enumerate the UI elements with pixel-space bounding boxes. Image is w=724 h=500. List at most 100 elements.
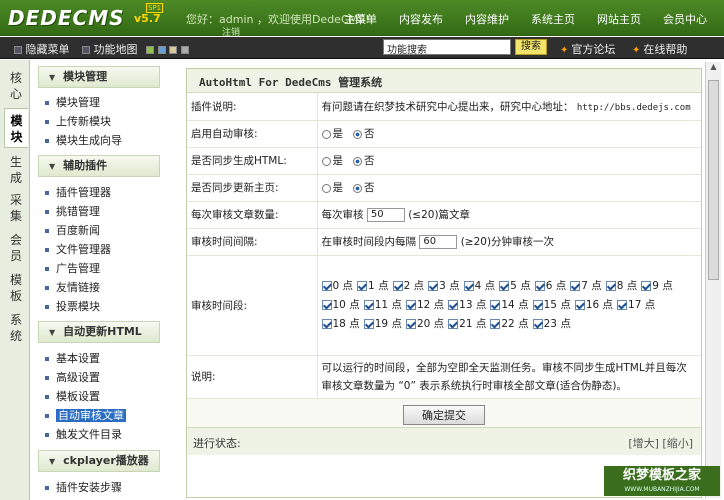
- hour-checkbox[interactable]: [448, 299, 459, 310]
- plugin-url-link[interactable]: http://bbs.dedejs.com: [577, 103, 691, 113]
- sidebar-item-ad-manage[interactable]: 广告管理: [45, 260, 100, 276]
- nav-site-home[interactable]: 网站主页: [586, 11, 652, 27]
- scroll-up-icon[interactable]: ▲: [706, 62, 721, 76]
- sidebar-item-install-steps[interactable]: 插件安装步骤: [45, 479, 122, 495]
- sidebar-item-advanced-settings[interactable]: 高级设置: [45, 369, 100, 385]
- hour-checkbox-item[interactable]: 17 点: [617, 296, 655, 315]
- sidebar-item-vote-module[interactable]: 投票模块: [45, 298, 100, 314]
- zoom-controls[interactable]: [增大] [缩小]: [628, 435, 693, 451]
- hour-checkbox[interactable]: [428, 280, 439, 291]
- sync-html-no-radio[interactable]: [353, 156, 363, 166]
- hour-checkbox-item[interactable]: 16 点: [574, 296, 613, 315]
- hour-checkbox[interactable]: [405, 318, 416, 329]
- hour-checkbox-item[interactable]: 5 点: [499, 277, 531, 296]
- vertical-scrollbar[interactable]: ▲ ▼: [705, 62, 721, 498]
- section-plugins[interactable]: ▼ 辅助插件: [38, 155, 160, 177]
- sidebar-item-basic-settings[interactable]: 基本设置: [45, 350, 100, 366]
- nav-content-publish[interactable]: 内容发布: [388, 11, 454, 27]
- nav-content-maintain[interactable]: 内容维护: [454, 11, 520, 27]
- sidebar-item-baidu-news[interactable]: 百度新闻: [45, 222, 100, 238]
- hour-checkbox-item[interactable]: 7 点: [570, 277, 602, 296]
- hour-checkbox-item[interactable]: 4 点: [463, 277, 495, 296]
- hour-checkbox-item[interactable]: 0 点: [321, 277, 353, 296]
- vtab-system[interactable]: 系统: [6, 312, 26, 344]
- hour-checkbox[interactable]: [574, 299, 585, 310]
- sidebar-item-template-settings[interactable]: 模板设置: [45, 388, 100, 404]
- hour-checkbox[interactable]: [392, 280, 403, 291]
- sidebar-item-friend-links[interactable]: 友情链接: [45, 279, 100, 295]
- feature-search-input[interactable]: 功能搜索: [383, 39, 511, 56]
- hour-checkbox[interactable]: [617, 299, 628, 310]
- hour-checkbox-item[interactable]: 3 点: [428, 277, 460, 296]
- vtab-template[interactable]: 模板: [6, 272, 26, 304]
- per-count-input[interactable]: 50: [366, 208, 405, 222]
- skin-blue-swatch[interactable]: [157, 46, 166, 54]
- hour-checkbox[interactable]: [490, 318, 501, 329]
- hour-checkbox-item[interactable]: 8 点: [605, 277, 637, 296]
- hour-checkbox[interactable]: [570, 280, 581, 291]
- sidebar-item-upload-module[interactable]: 上传新模块: [45, 113, 111, 129]
- hour-checkbox-item[interactable]: 20 点: [405, 315, 444, 334]
- hour-checkbox-item[interactable]: 19 点: [363, 315, 402, 334]
- hour-checkbox[interactable]: [448, 318, 459, 329]
- hide-menu-button[interactable]: 隐藏菜单: [14, 41, 70, 57]
- nav-system-home[interactable]: 系统主页: [520, 11, 586, 27]
- hour-checkbox[interactable]: [321, 318, 332, 329]
- sidebar-item-error-manage[interactable]: 挑错管理: [45, 203, 100, 219]
- sync-home-no-radio[interactable]: [353, 183, 363, 193]
- hour-checkbox[interactable]: [534, 280, 545, 291]
- scroll-thumb[interactable]: [708, 80, 719, 280]
- hour-checkbox[interactable]: [490, 299, 501, 310]
- sidebar-item-trigger-dir[interactable]: 触发文件目录: [45, 426, 122, 442]
- vtab-member[interactable]: 会员: [6, 232, 26, 264]
- section-ckplayer[interactable]: ▼ ckplayer播放器: [38, 450, 160, 472]
- sidebar-item-module-manage[interactable]: 模块管理: [45, 94, 100, 110]
- hour-checkbox[interactable]: [363, 299, 374, 310]
- auto-audit-yes-radio[interactable]: [321, 129, 331, 139]
- sync-html-yes-radio[interactable]: [321, 156, 331, 166]
- hour-checkbox[interactable]: [532, 318, 543, 329]
- nav-member-center[interactable]: 会员中心: [652, 11, 718, 27]
- section-module-manage[interactable]: ▼ 模块管理: [38, 66, 160, 88]
- hour-checkbox[interactable]: [499, 280, 510, 291]
- hour-checkbox-item[interactable]: 18 点: [321, 315, 360, 334]
- search-button[interactable]: 搜索: [515, 39, 547, 55]
- sync-home-yes-radio[interactable]: [321, 183, 331, 193]
- hour-checkbox-item[interactable]: 10 点: [321, 296, 360, 315]
- hour-checkbox[interactable]: [363, 318, 374, 329]
- sidebar-item-module-wizard[interactable]: 模块生成向导: [45, 132, 122, 148]
- skin-green-swatch[interactable]: [146, 46, 154, 54]
- auto-audit-no-radio[interactable]: [353, 129, 363, 139]
- hour-checkbox[interactable]: [321, 280, 332, 291]
- hour-checkbox[interactable]: [405, 299, 416, 310]
- hour-checkbox-item[interactable]: 9 点: [641, 277, 673, 296]
- hour-checkbox-item[interactable]: 2 点: [392, 277, 424, 296]
- sidebar-item-auto-audit[interactable]: 自动审核文章: [45, 407, 126, 423]
- nav-main-menu[interactable]: 主菜单: [333, 11, 388, 27]
- hour-checkbox-item[interactable]: 22 点: [490, 315, 529, 334]
- skin-tan-swatch[interactable]: [169, 46, 177, 54]
- vtab-collect[interactable]: 采集: [6, 192, 26, 224]
- sidebar-item-file-manager[interactable]: 文件管理器: [45, 241, 111, 257]
- hour-checkbox[interactable]: [321, 299, 332, 310]
- vtab-core[interactable]: 核心: [6, 70, 26, 102]
- hour-checkbox-item[interactable]: 12 点: [405, 296, 444, 315]
- official-forum-link[interactable]: ✦ 官方论坛: [560, 41, 615, 57]
- vtab-module[interactable]: 模块: [4, 108, 28, 148]
- hour-checkbox[interactable]: [641, 280, 652, 291]
- feature-map-button[interactable]: 功能地图: [82, 41, 138, 57]
- hour-checkbox[interactable]: [605, 280, 616, 291]
- hour-checkbox-item[interactable]: 14 点: [490, 296, 529, 315]
- online-help-link[interactable]: ✦ 在线帮助: [632, 41, 687, 57]
- hour-checkbox-item[interactable]: 11 点: [363, 296, 402, 315]
- hour-checkbox[interactable]: [463, 280, 474, 291]
- vtab-generate[interactable]: 生成: [6, 154, 26, 186]
- skin-gray-swatch[interactable]: [180, 46, 189, 54]
- hour-checkbox-item[interactable]: 6 点: [534, 277, 566, 296]
- hour-checkbox-item[interactable]: 21 点: [448, 315, 486, 334]
- hour-checkbox[interactable]: [532, 299, 543, 310]
- hour-checkbox[interactable]: [357, 280, 368, 291]
- hour-checkbox-item[interactable]: 15 点: [532, 296, 571, 315]
- sidebar-item-plugin-manager[interactable]: 插件管理器: [45, 184, 111, 200]
- hour-checkbox-item[interactable]: 13 点: [448, 296, 486, 315]
